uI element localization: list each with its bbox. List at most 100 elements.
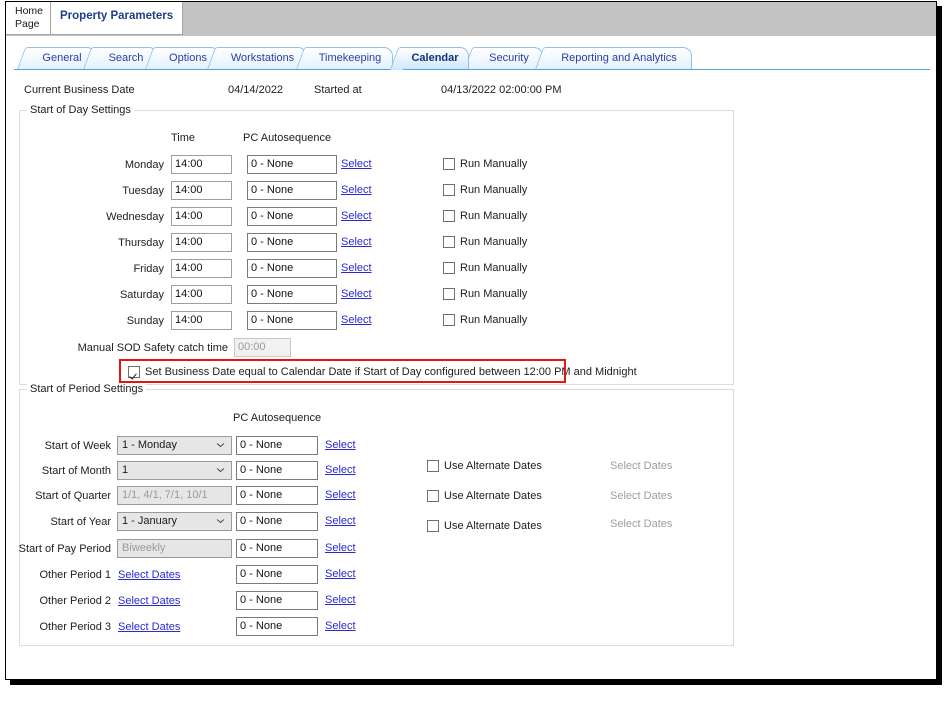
other-period-1-select-dates-link[interactable]: Select Dates [118,569,180,581]
tab-security[interactable]: Security [463,47,543,70]
chevron-down-icon [217,468,224,473]
start-of-day-row-label-sunday: Sunday [126,315,164,327]
start-of-day-time-wednesday[interactable]: 14:00 [171,207,232,226]
other-period-3-select-link[interactable]: Select [325,620,356,632]
start-of-quarter-autosequence[interactable]: 0 - None [236,486,318,505]
other-period-1-select-link[interactable]: Select [325,568,356,580]
checkbox-icon[interactable] [443,184,455,196]
checkbox-icon[interactable] [427,460,439,472]
start-of-day-time-monday[interactable]: 14:00 [171,155,232,174]
start-of-week-select-link[interactable]: Select [325,439,356,451]
start-of-day-run-manually-friday[interactable]: Run Manually [443,262,527,275]
other-period-1-autosequence[interactable]: 0 - None [236,565,318,584]
tab-reporting-and-analytics[interactable]: Reporting and Analytics [534,47,692,70]
start-of-day-autosequence-saturday[interactable]: 0 - None [247,285,337,304]
tab-calendar[interactable]: Calendar [389,47,469,70]
start-of-pay-period-select-link[interactable]: Select [325,542,356,554]
start-of-year-combo[interactable]: 1 - January [117,512,232,531]
checkbox-icon[interactable] [427,520,439,532]
start-of-day-time-sunday[interactable]: 14:00 [171,311,232,330]
start-of-year-use-alternate-dates[interactable]: Use Alternate Dates [427,520,542,533]
checkbox-icon[interactable] [128,366,140,378]
start-of-month-combo[interactable]: 1 [117,461,232,480]
checkbox-icon[interactable] [443,210,455,222]
start-of-quarter-select-dates-link[interactable]: Select Dates [610,490,672,502]
other-period-3-autosequence[interactable]: 0 - None [236,617,318,636]
started-at-label: Started at [314,84,362,96]
checkbox-icon[interactable] [443,158,455,170]
document-tab-home-page[interactable]: Home Page [6,2,51,35]
checkbox-icon[interactable] [443,236,455,248]
start-of-day-run-manually-thursday[interactable]: Run Manually [443,236,527,249]
manual-sod-safety-catch-time-input[interactable]: 00:00 [234,338,291,357]
start-of-day-row-label-tuesday: Tuesday [122,185,164,197]
tab-timekeeping-label: Timekeeping [318,52,382,64]
other-period-2-label: Other Period 2 [39,595,111,607]
start-of-day-time-friday[interactable]: 14:00 [171,259,232,278]
start-of-day-run-manually-saturday[interactable]: Run Manually [443,288,527,301]
start-of-day-run-manually-wednesday[interactable]: Run Manually [443,210,527,223]
start-of-day-autosequence-monday[interactable]: 0 - None [247,155,337,174]
checkbox-label: Run Manually [460,262,528,274]
checkbox-icon[interactable] [427,490,439,502]
start-of-day-autosequence-tuesday[interactable]: 0 - None [247,181,337,200]
start-of-pay-period-input[interactable]: Biweekly [117,539,232,558]
start-of-day-run-manually-tuesday[interactable]: Run Manually [443,184,527,197]
checkbox-icon[interactable] [443,314,455,326]
start-of-day-time-tuesday[interactable]: 14:00 [171,181,232,200]
start-of-month-autosequence[interactable]: 0 - None [236,461,318,480]
checkbox-label: Use Alternate Dates [444,490,542,502]
start-of-day-select-link-saturday[interactable]: Select [341,288,372,300]
checkbox-icon[interactable] [443,262,455,274]
start-of-week-autosequence[interactable]: 0 - None [236,436,318,455]
start-of-quarter-select-link[interactable]: Select [325,489,356,501]
start-of-month-select-dates-link[interactable]: Select Dates [610,460,672,472]
other-period-2-autosequence[interactable]: 0 - None [236,591,318,610]
other-period-2-select-dates-link[interactable]: Select Dates [118,595,180,607]
start-of-month-use-alternate-dates[interactable]: Use Alternate Dates [427,460,542,473]
start-of-quarter-use-alternate-dates[interactable]: Use Alternate Dates [427,490,542,503]
checkbox-icon[interactable] [443,288,455,300]
start-of-day-select-link-thursday[interactable]: Select [341,236,372,248]
tab-general-label: General [42,52,82,64]
start-of-period-autosequence-column-header: PC Autosequence [233,412,322,424]
start-of-quarter-input[interactable]: 1/1, 4/1, 7/1, 10/1 [117,486,232,505]
start-of-year-autosequence[interactable]: 0 - None [236,512,318,531]
start-of-day-autosequence-friday[interactable]: 0 - None [247,259,337,278]
start-of-day-settings-caption: Start of Day Settings [27,104,134,116]
document-tab-property-parameters[interactable]: Property Parameters [50,2,183,35]
start-of-day-autosequence-wednesday[interactable]: 0 - None [247,207,337,226]
start-of-day-autosequence-sunday[interactable]: 0 - None [247,311,337,330]
start-of-day-time-thursday[interactable]: 14:00 [171,233,232,252]
start-of-day-row-label-saturday: Saturday [119,289,164,301]
tab-workstations[interactable]: Workstations [206,47,307,70]
start-of-day-run-manually-sunday[interactable]: Run Manually [443,314,527,327]
start-of-week-value: 1 - Monday [122,439,178,451]
start-of-day-select-link-monday[interactable]: Select [341,158,372,170]
start-of-year-select-link[interactable]: Select [325,515,356,527]
start-of-day-select-link-friday[interactable]: Select [341,262,372,274]
start-of-day-select-link-wednesday[interactable]: Select [341,210,372,222]
tab-skew-edge [16,47,39,70]
current-business-date-value: 04/14/2022 [228,84,284,96]
tab-timekeeping[interactable]: Timekeeping [295,47,393,70]
start-of-day-time-saturday[interactable]: 14:00 [171,285,232,304]
start-of-day-run-manually-monday[interactable]: Run Manually [443,158,527,171]
set-business-date-equal-checkbox[interactable]: Set Business Date equal to Calendar Date… [128,366,637,379]
start-of-week-combo[interactable]: 1 - Monday [117,436,232,455]
screenshot-root: Home Page Property Parameters General Se… [0,0,951,706]
start-of-year-select-dates-link[interactable]: Select Dates [610,518,672,530]
start-of-day-autosequence-thursday[interactable]: 0 - None [247,233,337,252]
start-of-month-select-link[interactable]: Select [325,464,356,476]
start-of-day-select-link-sunday[interactable]: Select [341,314,372,326]
start-of-day-select-link-tuesday[interactable]: Select [341,184,372,196]
start-of-day-row-label-wednesday: Wednesday [106,211,164,223]
start-of-day-row-label-monday: Monday [124,159,164,171]
other-period-3-select-dates-link[interactable]: Select Dates [118,621,180,633]
current-business-date-label: Current Business Date [24,84,135,96]
other-period-2-select-link[interactable]: Select [325,594,356,606]
start-of-pay-period-autosequence[interactable]: 0 - None [236,539,318,558]
calendar-settings-page: Current Business Date 04/14/2022 Started… [6,71,936,679]
checkbox-label: Run Manually [460,236,528,248]
tab-workstations-label: Workstations [230,52,295,64]
